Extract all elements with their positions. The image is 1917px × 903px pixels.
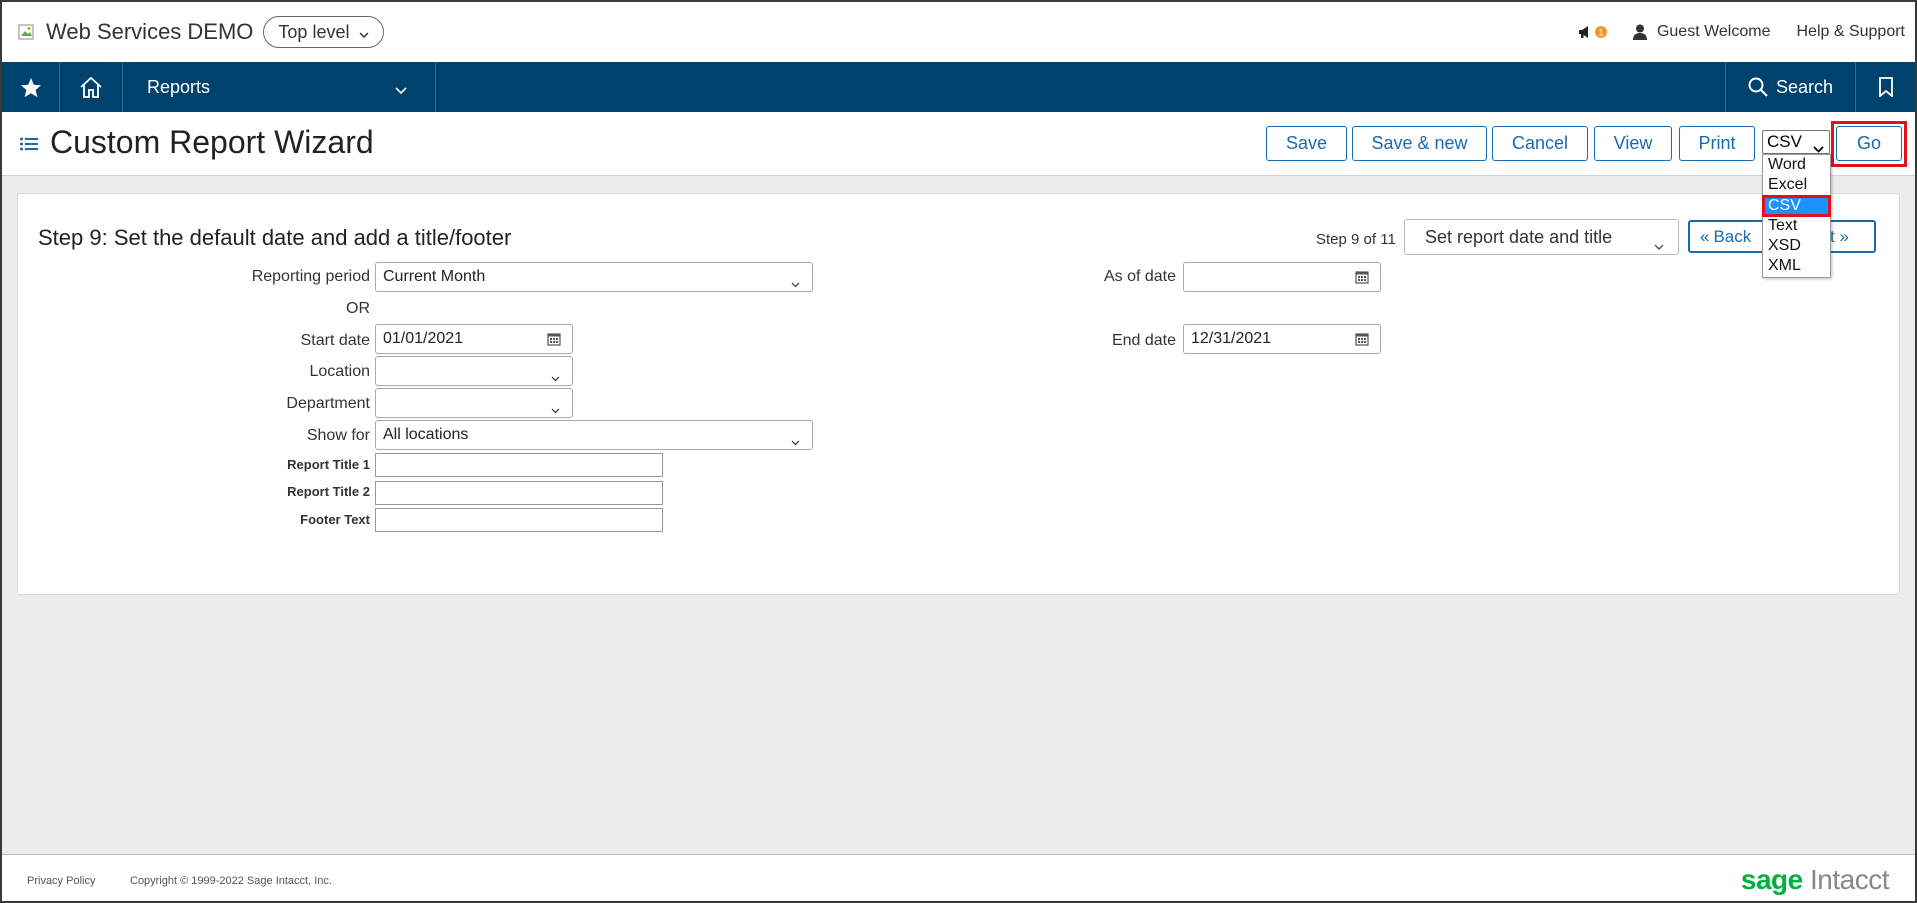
go-button[interactable]: Go (1836, 126, 1902, 161)
chevron-down-icon (1654, 234, 1664, 255)
double-chevron-left-icon: « (1700, 226, 1710, 246)
step-count: Step 9 of 11 (1316, 231, 1396, 248)
location-label: Location (309, 363, 371, 380)
chevron-down-icon (551, 401, 560, 419)
chevron-down-icon (791, 433, 800, 451)
format-select[interactable]: CSV (1762, 130, 1830, 154)
show-for-value: All locations (383, 426, 469, 443)
report-title-1-label: Report Title 1 (287, 457, 370, 472)
search-icon (1748, 77, 1768, 97)
user-name: Guest Welcome (1656, 23, 1771, 40)
footer-text-label: Footer Text (300, 512, 370, 527)
location-select[interactable] (375, 356, 573, 386)
start-date-value: 01/01/2021 (383, 330, 464, 347)
top-header: Web Services DEMO Top level 1 Guest Welc… (2, 2, 1915, 62)
nav-spacer (436, 62, 1726, 112)
or-label: OR (346, 300, 370, 317)
bookmark-button[interactable] (1856, 62, 1915, 112)
save-button[interactable]: Save (1266, 126, 1347, 161)
copyright-text: Copyright © 1999-2022 Sage Intacct, Inc. (130, 875, 332, 887)
format-option-word[interactable]: Word (1763, 155, 1830, 175)
calendar-icon[interactable] (1355, 332, 1369, 351)
module-label: Reports (147, 76, 211, 97)
format-selected-value: CSV (1767, 132, 1802, 151)
brand-sage: sage (1740, 864, 1803, 895)
cancel-button[interactable]: Cancel (1492, 126, 1588, 161)
chevron-down-icon (359, 22, 369, 43)
step-select-value: Set report date and title (1425, 226, 1613, 247)
level-selector[interactable]: Top level (263, 16, 385, 48)
print-button[interactable]: Print (1679, 126, 1755, 161)
footer-text-input[interactable] (375, 508, 663, 532)
page-footer: Privacy Policy Copyright © 1999-2022 Sag… (2, 854, 1915, 901)
format-dropdown-list: Word Excel CSV Text XSD XML (1762, 154, 1831, 278)
end-date-input[interactable]: 12/31/2021 (1183, 324, 1381, 354)
format-option-xsd[interactable]: XSD (1763, 236, 1830, 256)
format-option-xml[interactable]: XML (1763, 256, 1830, 276)
search-button[interactable]: Search (1726, 62, 1856, 112)
home-icon (80, 76, 102, 98)
wizard-panel: Step 9: Set the default date and add a t… (17, 193, 1900, 595)
level-label: Top level (278, 21, 350, 42)
start-date-input[interactable]: 01/01/2021 (375, 324, 573, 354)
star-icon (20, 77, 41, 97)
company-name[interactable]: Web Services DEMO (46, 19, 253, 45)
reporting-period-select[interactable]: Current Month (375, 262, 813, 292)
report-title-1-input[interactable] (375, 453, 663, 477)
module-menu[interactable]: Reports (123, 62, 436, 112)
chevron-down-icon (551, 369, 560, 387)
page-title: Custom Report Wizard (50, 124, 374, 160)
chevron-down-icon (791, 275, 800, 293)
as-of-date-input[interactable] (1183, 262, 1381, 292)
show-for-label: Show for (306, 427, 370, 444)
report-title-2-input[interactable] (375, 481, 663, 505)
step-title: Step 9: Set the default date and add a t… (38, 225, 512, 250)
favorites-button[interactable] (2, 62, 60, 112)
user-icon (1632, 24, 1647, 40)
report-title-2-label: Report Title 2 (287, 484, 370, 499)
back-label: Back (1713, 226, 1752, 246)
svg-text:1: 1 (1598, 28, 1603, 38)
next-button[interactable]: t » (1830, 227, 1849, 247)
main-nav: Reports Search (2, 62, 1915, 112)
help-support-link[interactable]: Help & Support (1796, 23, 1905, 41)
view-button[interactable]: View (1594, 126, 1672, 161)
list-menu-icon[interactable] (20, 137, 38, 156)
double-chevron-right-icon: » (1839, 227, 1849, 246)
calendar-icon[interactable] (1355, 270, 1369, 289)
format-option-csv[interactable]: CSV (1762, 194, 1831, 217)
page-titlebar: Custom Report Wizard Save Save & new Can… (2, 112, 1915, 176)
user-menu[interactable]: Guest Welcome (1632, 23, 1771, 41)
as-of-date-label: As of date (1103, 268, 1176, 285)
brand-intacct: Intacct (1810, 864, 1889, 895)
chevron-down-icon (395, 79, 407, 100)
broken-image-icon (16, 21, 38, 43)
department-label: Department (286, 395, 370, 412)
start-date-label: Start date (300, 332, 370, 349)
end-date-label: End date (1111, 332, 1176, 349)
notification-badge: 1 (1594, 26, 1607, 38)
bookmark-icon (1878, 77, 1893, 97)
sage-intacct-logo: sage Intacct (1740, 864, 1890, 896)
reporting-period-value: Current Month (383, 268, 486, 285)
calendar-icon[interactable] (547, 332, 561, 351)
step-select[interactable]: Set report date and title (1404, 219, 1679, 255)
privacy-policy-link[interactable]: Privacy Policy (27, 875, 95, 887)
format-option-excel[interactable]: Excel (1763, 175, 1830, 195)
end-date-value: 12/31/2021 (1191, 330, 1272, 347)
save-new-button[interactable]: Save & new (1352, 126, 1487, 161)
department-select[interactable] (375, 388, 573, 418)
show-for-select[interactable]: All locations (375, 420, 813, 450)
search-label: Search (1775, 76, 1834, 97)
notifications-button[interactable]: 1 (1578, 24, 1607, 40)
format-option-text[interactable]: Text (1763, 216, 1830, 236)
reporting-period-label: Reporting period (251, 268, 370, 285)
home-button[interactable] (60, 62, 123, 112)
